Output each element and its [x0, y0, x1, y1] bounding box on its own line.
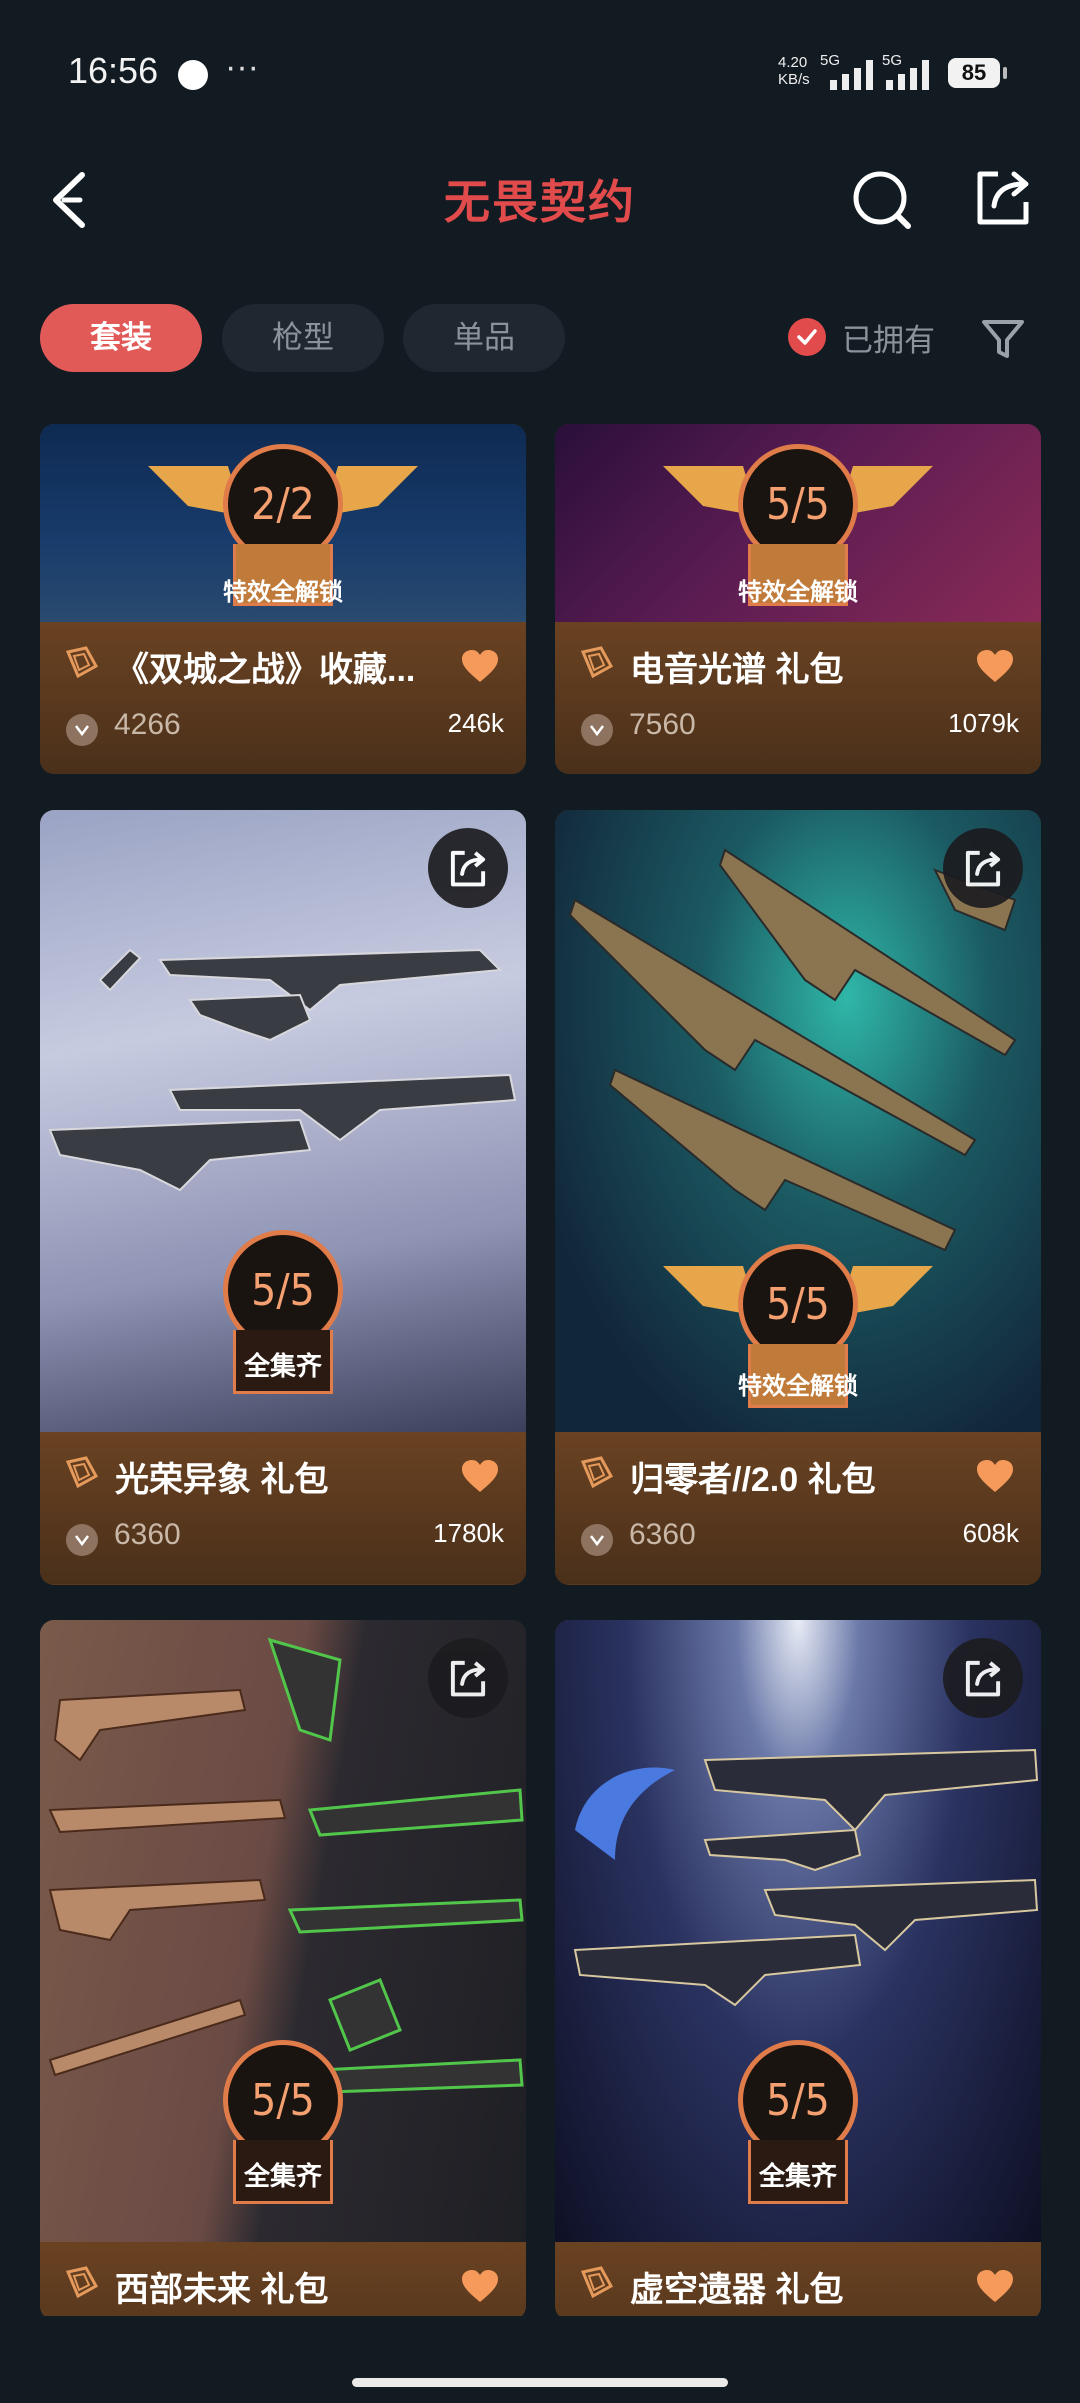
- like-count: 1780k: [433, 1518, 504, 1548]
- bundle-title: 虚空遗器 礼包: [630, 2271, 844, 2309]
- filter-bar: 套装 枪型 单品 已拥有: [0, 300, 1080, 380]
- bundle-tag-icon: [65, 1456, 99, 1489]
- badge-label: 特效全解锁: [738, 579, 858, 606]
- badge-label: 特效全解锁: [738, 1373, 858, 1400]
- bundle-tag-icon: [580, 646, 614, 679]
- heart-icon[interactable]: [460, 2268, 500, 2304]
- share-icon[interactable]: [428, 1638, 508, 1718]
- badge-label: 特效全解锁: [223, 579, 343, 606]
- bundle-price: 7560: [629, 708, 696, 741]
- card-info: 虚空遗器 礼包: [555, 2242, 1041, 2320]
- bundle-tag-icon: [580, 2266, 614, 2299]
- battery-indicator: 85: [948, 58, 1007, 88]
- status-time: 16:56: [68, 50, 159, 91]
- bundle-title: 光荣异象 礼包: [115, 1461, 329, 1499]
- bundle-tag-icon: [580, 1456, 614, 1489]
- tab-suits[interactable]: 套装: [40, 304, 202, 372]
- app-header: 无畏契约: [0, 140, 1080, 260]
- heart-icon[interactable]: [975, 648, 1015, 684]
- bundle-card[interactable]: 5/5 特效全解锁 归零者//2.0 礼包 6360 608k: [555, 810, 1041, 1585]
- vp-coin-icon: [581, 714, 613, 746]
- heart-icon[interactable]: [975, 2268, 1015, 2304]
- signal-icon-2: [886, 58, 929, 90]
- notification-dot-icon: [178, 60, 208, 90]
- heart-icon[interactable]: [975, 1458, 1015, 1494]
- status-bar: 16:56 ··· 4.20 KB/s 5G 5G 85: [0, 0, 1080, 140]
- badge-label: 全集齐: [243, 1351, 322, 1381]
- home-indicator[interactable]: [352, 2378, 728, 2387]
- bottom-nav-area: [0, 2316, 1080, 2403]
- card-info: 光荣异象 礼包 6360 1780k: [40, 1432, 526, 1584]
- share-icon[interactable]: [943, 828, 1023, 908]
- bundle-price: 6360: [114, 1518, 181, 1551]
- tab-single-item[interactable]: 单品: [403, 304, 565, 372]
- card-info: 西部未来 礼包: [40, 2242, 526, 2320]
- share-icon[interactable]: [968, 162, 1038, 232]
- more-notifications-icon: ···: [225, 48, 259, 86]
- bundle-price: 4266: [114, 708, 181, 741]
- bundle-price: 6360: [629, 1518, 696, 1551]
- bundle-card[interactable]: 2/2 特效全解锁 《双城之战》收藏... 4266 246k: [40, 424, 526, 774]
- like-count: 246k: [447, 708, 504, 738]
- share-icon[interactable]: [428, 828, 508, 908]
- vp-coin-icon: [581, 1524, 613, 1556]
- badge-label: 全集齐: [758, 2161, 837, 2191]
- bundle-title: 西部未来 礼包: [115, 2271, 329, 2309]
- heart-icon[interactable]: [460, 648, 500, 684]
- network-speed: 4.20 KB/s: [778, 54, 810, 88]
- bundle-title: 《双城之战》收藏...: [115, 651, 416, 689]
- network-speed-value: 4.20: [778, 54, 808, 71]
- vp-coin-icon: [66, 714, 98, 746]
- bundle-tag-icon: [65, 2266, 99, 2299]
- bundle-card[interactable]: 5/5 特效全解锁 电音光谱 礼包 7560 1079k: [555, 424, 1041, 774]
- game-logo: 无畏契约: [444, 176, 636, 228]
- owned-toggle[interactable]: 已拥有: [788, 312, 935, 362]
- check-icon: [788, 318, 826, 356]
- share-icon[interactable]: [943, 1638, 1023, 1718]
- signal-icon: [830, 58, 873, 90]
- bundle-title: 归零者//2.0 礼包: [630, 1461, 876, 1499]
- bundle-title: 电音光谱 礼包: [630, 651, 844, 689]
- tab-gun-type[interactable]: 枪型: [222, 304, 384, 372]
- network-speed-unit: KB/s: [778, 71, 810, 88]
- card-info: 归零者//2.0 礼包 6360 608k: [555, 1432, 1041, 1584]
- bundle-card[interactable]: 5/5 全集齐 虚空遗器 礼包: [555, 1620, 1041, 2320]
- bundle-card[interactable]: 5/5 全集齐 光荣异象 礼包 6360 1780k: [40, 810, 526, 1585]
- like-count: 608k: [962, 1518, 1019, 1548]
- bundle-tag-icon: [65, 646, 99, 679]
- bundle-card[interactable]: 5/5 全集齐 西部未来 礼包: [40, 1620, 526, 2320]
- card-info: 《双城之战》收藏... 4266 246k: [40, 622, 526, 774]
- vp-coin-icon: [66, 1524, 98, 1556]
- like-count: 1079k: [948, 708, 1019, 738]
- badge-label: 全集齐: [243, 2161, 322, 2191]
- filter-funnel-icon[interactable]: [978, 314, 1028, 364]
- owned-label: 已拥有: [842, 322, 935, 358]
- search-icon[interactable]: [848, 165, 918, 235]
- heart-icon[interactable]: [460, 1458, 500, 1494]
- card-info: 电音光谱 礼包 7560 1079k: [555, 622, 1041, 774]
